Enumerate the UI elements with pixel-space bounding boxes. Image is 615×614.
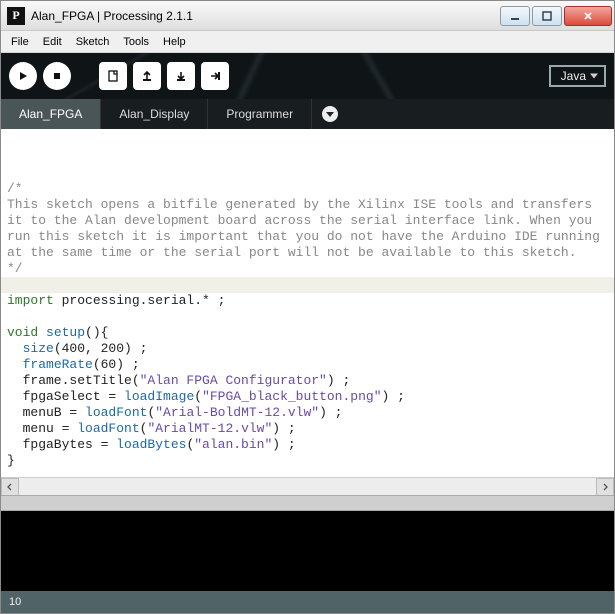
code-line bbox=[7, 309, 608, 325]
close-button[interactable] bbox=[564, 6, 612, 26]
titlebar: P Alan_FPGA | Processing 2.1.1 bbox=[1, 1, 614, 31]
code-line: frameRate(60) ; bbox=[7, 357, 608, 373]
language-mode-button[interactable]: Java bbox=[549, 65, 606, 87]
code-line: at the same time or the serial port will… bbox=[7, 245, 608, 261]
maximize-button[interactable] bbox=[532, 6, 562, 26]
minimize-button[interactable] bbox=[500, 6, 530, 26]
menu-file[interactable]: File bbox=[5, 34, 35, 50]
code-line: This sketch opens a bitfile generated by… bbox=[7, 197, 608, 213]
code-line: */ bbox=[7, 261, 608, 277]
code-line: run this sketch it is important that you… bbox=[7, 229, 608, 245]
window-buttons bbox=[500, 6, 612, 26]
tabbar: Alan_FPGAAlan_DisplayProgrammer bbox=[1, 99, 614, 129]
tab-programmer[interactable]: Programmer bbox=[208, 99, 312, 129]
run-button[interactable] bbox=[9, 62, 37, 90]
code-editor[interactable]: /*This sketch opens a bitfile generated … bbox=[1, 129, 614, 477]
menu-edit[interactable]: Edit bbox=[37, 34, 68, 50]
scroll-left-button[interactable] bbox=[1, 478, 19, 496]
tab-alan-fpga[interactable]: Alan_FPGA bbox=[1, 99, 101, 129]
menu-tools[interactable]: Tools bbox=[117, 34, 155, 50]
open-button[interactable] bbox=[133, 62, 161, 90]
code-line: fpgaSelect = loadImage("FPGA_black_butto… bbox=[7, 389, 608, 405]
code-line bbox=[7, 277, 608, 293]
save-button[interactable] bbox=[167, 62, 195, 90]
scroll-right-button[interactable] bbox=[596, 478, 614, 496]
code-line: import processing.serial.* ; bbox=[7, 293, 608, 309]
statusbar: 10 bbox=[1, 591, 614, 613]
console[interactable] bbox=[1, 511, 614, 591]
stop-button[interactable] bbox=[43, 62, 71, 90]
code-line bbox=[7, 469, 608, 477]
app-icon: P bbox=[7, 7, 25, 25]
tab-alan-display[interactable]: Alan_Display bbox=[101, 99, 208, 129]
code-line: frame.setTitle("Alan FPGA Configurator")… bbox=[7, 373, 608, 389]
menu-help[interactable]: Help bbox=[157, 34, 192, 50]
code-line: menuB = loadFont("Arial-BoldMT-12.vlw") … bbox=[7, 405, 608, 421]
code-line: /* bbox=[7, 181, 608, 197]
menubar: FileEditSketchToolsHelp bbox=[1, 31, 614, 53]
code-line: fpgaBytes = loadBytes("alan.bin") ; bbox=[7, 437, 608, 453]
horizontal-scrollbar[interactable] bbox=[1, 477, 614, 495]
line-number: 10 bbox=[9, 596, 21, 608]
code-line: menu = loadFont("ArialMT-12.vlw") ; bbox=[7, 421, 608, 437]
new-button[interactable] bbox=[99, 62, 127, 90]
editor-area: /*This sketch opens a bitfile generated … bbox=[1, 129, 614, 591]
code-line: size(400, 200) ; bbox=[7, 341, 608, 357]
app-window: P Alan_FPGA | Processing 2.1.1 FileEditS… bbox=[0, 0, 615, 614]
code-line: } bbox=[7, 453, 608, 469]
menu-sketch[interactable]: Sketch bbox=[70, 34, 116, 50]
toolbar: Java bbox=[1, 53, 614, 99]
message-area bbox=[1, 495, 614, 511]
code-line: it to the Alan development board across … bbox=[7, 213, 608, 229]
export-button[interactable] bbox=[201, 62, 229, 90]
code-line: void setup(){ bbox=[7, 325, 608, 341]
tab-menu-button[interactable] bbox=[312, 99, 348, 129]
window-title: Alan_FPGA | Processing 2.1.1 bbox=[31, 9, 500, 23]
